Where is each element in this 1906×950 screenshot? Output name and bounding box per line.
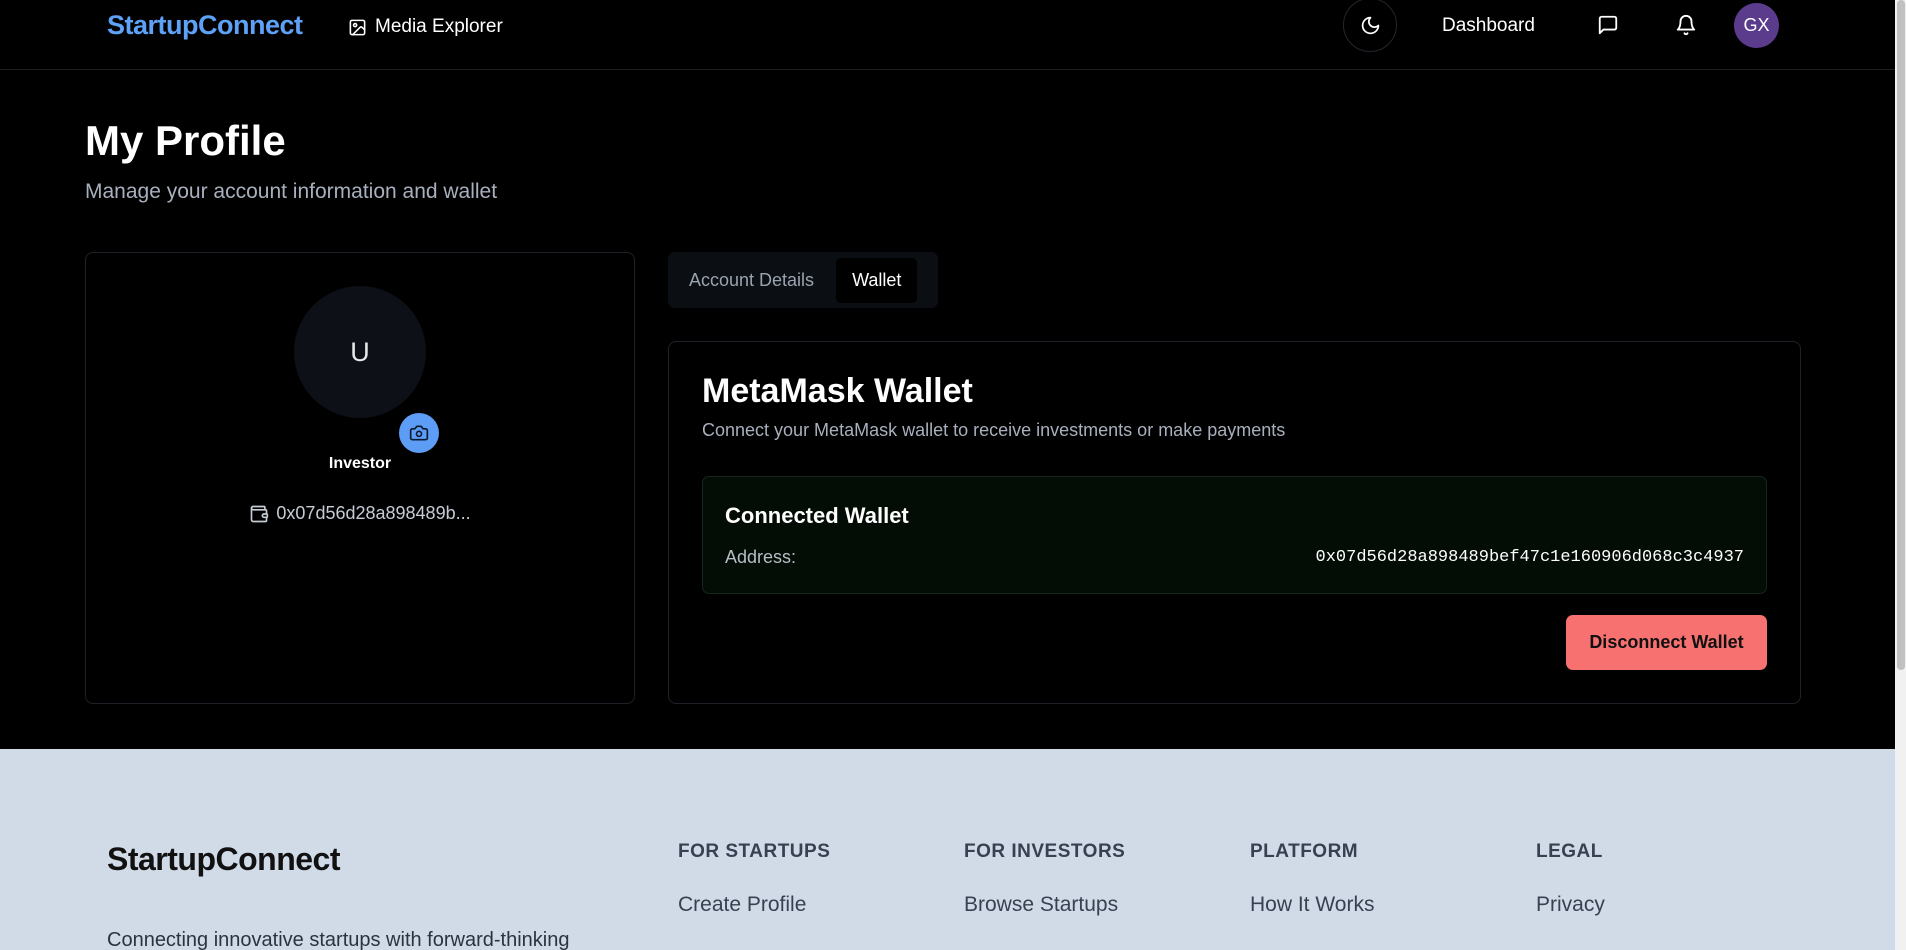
dashboard-link[interactable]: Dashboard [1442, 15, 1535, 37]
address-label: Address: [725, 547, 797, 567]
message-icon[interactable] [1597, 14, 1619, 36]
footer-heading: FOR STARTUPS [678, 841, 831, 862]
wallet-address-short: 0x07d56d28a898489b... [86, 503, 634, 524]
footer-column-startups: FOR STARTUPS Create Profile [678, 841, 830, 917]
footer-heading: PLATFORM [1250, 841, 1359, 862]
footer: StartupConnect Connecting innovative sta… [0, 749, 1895, 950]
media-explorer-label: Media Explorer [375, 16, 503, 37]
user-avatar[interactable]: GX [1734, 3, 1779, 48]
upload-photo-button[interactable] [399, 413, 439, 453]
camera-icon [409, 425, 429, 441]
footer-heading: LEGAL [1536, 841, 1603, 862]
avatar-letter: U [350, 336, 370, 367]
wallet-icon [251, 505, 269, 522]
media-explorer-link[interactable]: Media Explorer [348, 16, 503, 38]
moon-icon [1361, 16, 1379, 34]
footer-column-platform: PLATFORM How It Works [1250, 841, 1374, 917]
disconnect-wallet-button[interactable]: Disconnect Wallet [1566, 615, 1767, 670]
wallet-address: 0x07d56d28a898489bef47c1e160906d068c3c49… [1315, 548, 1744, 567]
footer-tagline: Connecting innovative startups with forw… [107, 929, 570, 950]
theme-toggle-button[interactable] [1343, 0, 1397, 52]
wallet-card: MetaMask Wallet Connect your MetaMask wa… [668, 341, 1801, 704]
footer-link-create-profile[interactable]: Create Profile [678, 893, 830, 917]
footer-link-browse-startups[interactable]: Browse Startups [964, 893, 1125, 917]
profile-tabs: Account Details Wallet [668, 252, 938, 308]
tab-wallet[interactable]: Wallet [836, 257, 918, 303]
top-nav: StartupConnect Media Explorer Dashboard … [0, 0, 1895, 70]
brand-logo[interactable]: StartupConnect [107, 10, 303, 41]
connected-wallet-box: Connected Wallet Address: 0x07d56d28a898… [702, 476, 1767, 594]
wallet-short-text: 0x07d56d28a898489b... [276, 503, 471, 523]
scrollbar-thumb[interactable] [1897, 0, 1905, 670]
footer-link-privacy[interactable]: Privacy [1536, 893, 1605, 917]
wallet-title: MetaMask Wallet [702, 372, 973, 410]
image-icon [349, 19, 366, 35]
footer-heading: FOR INVESTORS [964, 841, 1126, 862]
profile-card: U Investor 0x07d56d28a898489b... [85, 252, 635, 704]
connected-wallet-title: Connected Wallet [725, 503, 909, 528]
bell-icon[interactable] [1675, 14, 1697, 36]
page-subtitle: Manage your account information and wall… [85, 180, 498, 203]
tab-account-details[interactable]: Account Details [673, 258, 830, 303]
footer-link-how-it-works[interactable]: How It Works [1250, 893, 1374, 917]
footer-column-investors: FOR INVESTORS Browse Startups [964, 841, 1125, 917]
role-label: Investor [328, 455, 392, 472]
page-title: My Profile [85, 117, 286, 164]
footer-brand: StartupConnect [107, 841, 341, 877]
profile-avatar: U [294, 286, 426, 418]
footer-column-legal: LEGAL Privacy [1536, 841, 1605, 917]
wallet-description: Connect your MetaMask wallet to receive … [702, 420, 1286, 440]
